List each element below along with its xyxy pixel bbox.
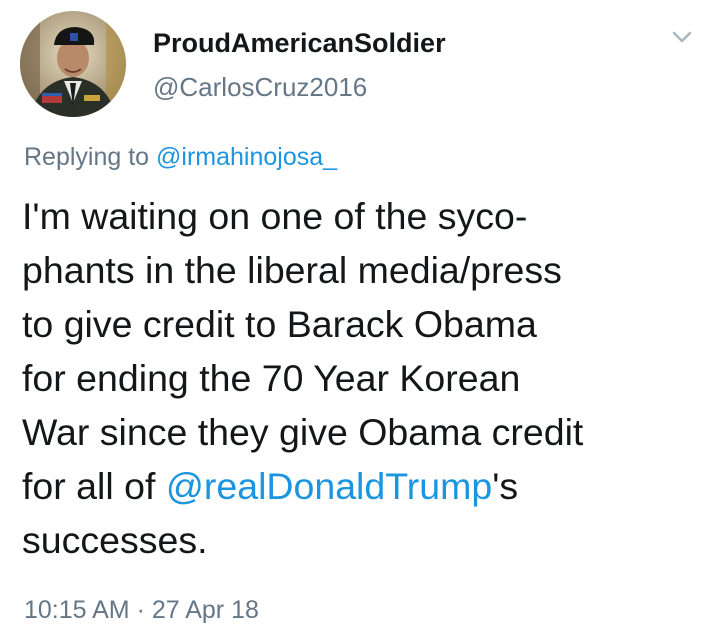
chevron-down-icon[interactable] (668, 26, 696, 50)
replying-to: Replying to @irmahinojosa_ (24, 143, 337, 172)
avatar-image (20, 11, 126, 117)
tweet-line: successes. (22, 519, 208, 561)
tweet-card: ProudAmericanSoldier @CarlosCruz2016 Rep… (0, 0, 717, 635)
tweet-line: for all of @realDonaldTrump's (22, 459, 712, 513)
replying-to-label: Replying to (24, 143, 157, 171)
user-handle[interactable]: @CarlosCruz2016 (153, 72, 367, 103)
mention-link[interactable]: @realDonaldTrump (166, 465, 492, 507)
tweet-line: phants in the liberal media/press (22, 249, 562, 291)
tweet-line-suffix: 's (492, 465, 519, 507)
tweet-line-prefix: for all of (22, 465, 166, 507)
tweet-line: for ending the 70 Year Korean (22, 357, 521, 399)
tweet-line: I'm waiting on one of the syco- (22, 195, 528, 237)
display-name[interactable]: ProudAmericanSoldier (153, 28, 446, 59)
reply-to-handle-link[interactable]: @irmahinojosa_ (156, 143, 337, 171)
tweet-line: to give credit to Barack Obama (22, 303, 537, 345)
tweet-timestamp[interactable]: 10:15 AM · 27 Apr 18 (24, 596, 259, 625)
tweet-text: I'm waiting on one of the syco- phants i… (22, 189, 712, 567)
avatar[interactable] (20, 11, 126, 117)
tweet-line: War since they give Obama credit (22, 411, 584, 453)
